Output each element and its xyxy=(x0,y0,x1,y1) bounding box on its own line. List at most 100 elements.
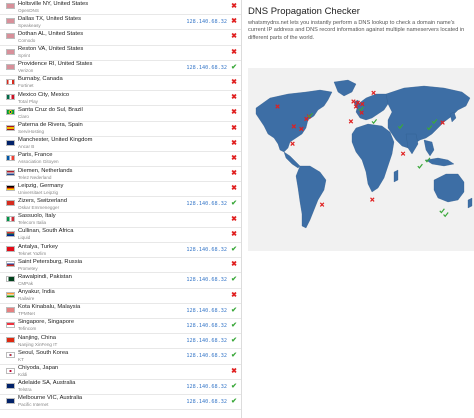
cross-icon: ✖ xyxy=(231,291,237,299)
provider-name: Total Play xyxy=(18,98,38,104)
provider-name: Pacific Internet xyxy=(18,402,49,408)
flag-sg-icon xyxy=(6,321,15,328)
flag-kr-icon xyxy=(6,352,15,359)
provider-name: ServiHosting xyxy=(18,129,45,134)
ip-address: 128.140.68.32 xyxy=(186,398,227,405)
result-row[interactable]: Providence RI, United States Verizon 128.1… xyxy=(0,61,241,76)
result-row[interactable]: Manchester, United Kingdom Ancar B ✖ xyxy=(0,137,241,152)
location-name: Singapore, Singapore xyxy=(18,319,75,326)
flag-au-icon xyxy=(6,382,15,389)
result-row[interactable]: Santa Cruz do Sul, Brazil Claro ✖ xyxy=(0,106,241,122)
island-madagascar xyxy=(393,169,399,183)
island-japan xyxy=(449,111,457,123)
continent-greenland xyxy=(333,79,357,97)
cross-icon: ✖ xyxy=(231,185,237,193)
map-marker-fail[interactable] xyxy=(348,119,354,124)
result-row[interactable]: Paterna de Rivera, Spain ServiHosting ✖ xyxy=(0,122,241,137)
map-marker-fail[interactable] xyxy=(371,90,376,96)
cross-icon: ✖ xyxy=(231,33,237,41)
result-row[interactable]: Anyakur, India Railwire ✖ xyxy=(0,289,241,304)
flag-ca-icon xyxy=(6,78,15,85)
ip-address: 128.140.68.32 xyxy=(186,277,227,284)
world-map[interactable] xyxy=(248,68,474,251)
region-india xyxy=(405,133,419,155)
result-row[interactable]: Leipzig, Germany Universitaet Leipzig ✖ xyxy=(0,182,241,198)
provider-name: Association Gitoyen xyxy=(18,159,59,165)
continent-australia xyxy=(433,173,465,203)
result-row[interactable]: Adelaide SA, Australia Telstra 128.140.68.… xyxy=(0,380,241,395)
map-marker-ok[interactable] xyxy=(417,163,423,169)
flag-us-icon xyxy=(6,18,15,25)
check-icon: ✔ xyxy=(231,352,237,360)
provider-name: Nanjing XinFeng IT xyxy=(18,341,58,347)
result-row[interactable]: Rawalpindi, Pakistan CMPak 128.140.68.32 ✔ xyxy=(0,273,241,289)
map-marker-fail[interactable] xyxy=(370,197,375,202)
result-row[interactable]: Paris, France Association Gitoyen ✖ xyxy=(0,152,241,168)
map-marker-fail[interactable] xyxy=(400,151,406,156)
provider-name: Fortinet xyxy=(18,83,34,89)
ip-address: 128.140.68.32 xyxy=(186,353,227,360)
result-row[interactable]: Melbourne VIC, Australia Pacific Internet… xyxy=(0,395,241,411)
result-row[interactable]: Antalya, Turkey Teknet Yazlim 128.140.68.3… xyxy=(0,243,241,259)
result-row[interactable]: Holtsville NY, United States OpenDNS ✖ xyxy=(0,0,241,16)
flag-my-icon xyxy=(6,306,15,313)
result-row[interactable]: Diemen, Netherlands Tele2 Nederland ✖ xyxy=(0,167,241,183)
cross-icon: ✖ xyxy=(231,3,237,10)
result-row[interactable]: Dothan AL, United States Comodo ✖ xyxy=(0,30,241,46)
ip-address: 128.140.68.32 xyxy=(186,247,227,253)
flag-tr-icon xyxy=(6,246,15,252)
location-name: Saint Petersburg, Russia xyxy=(18,258,83,265)
result-row[interactable]: Cullinan, South Africa Liquid ✖ xyxy=(0,228,241,243)
location-name: Sassuolo, Italy xyxy=(18,213,56,220)
provider-name: Comodo xyxy=(18,37,36,43)
result-row[interactable]: Mexico City, Mexico Total Play ✖ xyxy=(0,91,241,107)
page-title: DNS Propagation Checker xyxy=(248,6,360,17)
location-name: Seoul, South Korea xyxy=(18,349,69,356)
world-map-svg[interactable] xyxy=(248,68,474,251)
location-name: Anyakur, India xyxy=(18,289,55,296)
map-marker-fail[interactable] xyxy=(319,202,325,207)
result-row[interactable]: Seoul, South Korea KT 128.140.68.32 ✔ xyxy=(0,349,241,365)
map-marker-ok[interactable] xyxy=(443,212,449,218)
ip-address: 128.140.68.32 xyxy=(186,322,227,329)
location-name: Chiyoda, Japan xyxy=(18,365,59,371)
check-icon: ✔ xyxy=(231,63,237,71)
provider-name: Speakeasy xyxy=(18,22,41,28)
cross-icon: ✖ xyxy=(231,109,237,117)
info-panel: DNS Propagation Checker whatsmydns.net l… xyxy=(244,0,474,418)
result-row[interactable]: Kota Kinabalu, Malaysia TPMNet 128.140.68.… xyxy=(0,304,241,319)
result-row[interactable]: Chiyoda, Japan Kddi ✖ xyxy=(0,365,241,380)
map-marker-fail[interactable] xyxy=(290,141,295,146)
provider-name: Teknet Yazlim xyxy=(18,250,47,256)
result-row[interactable]: Dallas TX, United States Speakeasy 128.140… xyxy=(0,15,241,31)
location-name: Mexico City, Mexico xyxy=(18,91,70,98)
flag-br-icon xyxy=(6,109,15,116)
check-icon: ✔ xyxy=(231,321,237,329)
result-row[interactable]: Zizers, Switzerland Oskar Emmenegger 128.1… xyxy=(0,197,241,213)
location-name: Cullinan, South Africa xyxy=(18,228,74,235)
cross-icon: ✖ xyxy=(231,367,237,375)
flag-au-icon xyxy=(6,397,15,404)
provider-name: Liquid xyxy=(18,235,31,241)
result-row[interactable]: Saint Petersburg, Russia Prometey ✖ xyxy=(0,258,241,274)
result-row[interactable]: Burnaby, Canada Fortinet ✖ xyxy=(0,76,241,92)
location-name: Adelaide SA, Australia xyxy=(18,380,76,387)
cross-icon: ✖ xyxy=(231,170,237,178)
provider-name: Tele2 Nederland xyxy=(18,174,52,180)
flag-pk-icon xyxy=(6,276,15,283)
provider-name: CMPak xyxy=(18,280,34,286)
cross-icon: ✖ xyxy=(231,154,237,162)
flag-za-icon xyxy=(6,230,15,237)
map-marker-ok[interactable] xyxy=(371,119,378,125)
flag-ru-icon xyxy=(6,261,15,268)
check-icon: ✔ xyxy=(231,200,237,208)
result-row[interactable]: Reston VA, United States Sprint ✖ xyxy=(0,46,241,61)
result-row[interactable]: Nanjing, China Nanjing XinFeng IT 128.140.… xyxy=(0,334,241,350)
flag-us-icon xyxy=(6,63,15,70)
map-marker-ok[interactable] xyxy=(439,208,445,214)
provider-name: Verizon xyxy=(18,68,34,74)
result-row[interactable]: Singapore, Singapore Tefincom 128.140.68.3… xyxy=(0,319,241,335)
result-row[interactable]: Sassuolo, Italy Telecom Italia ✖ xyxy=(0,213,241,228)
ip-address: 128.140.68.32 xyxy=(186,307,227,314)
provider-name: Universitaet Leipzig xyxy=(18,189,59,195)
